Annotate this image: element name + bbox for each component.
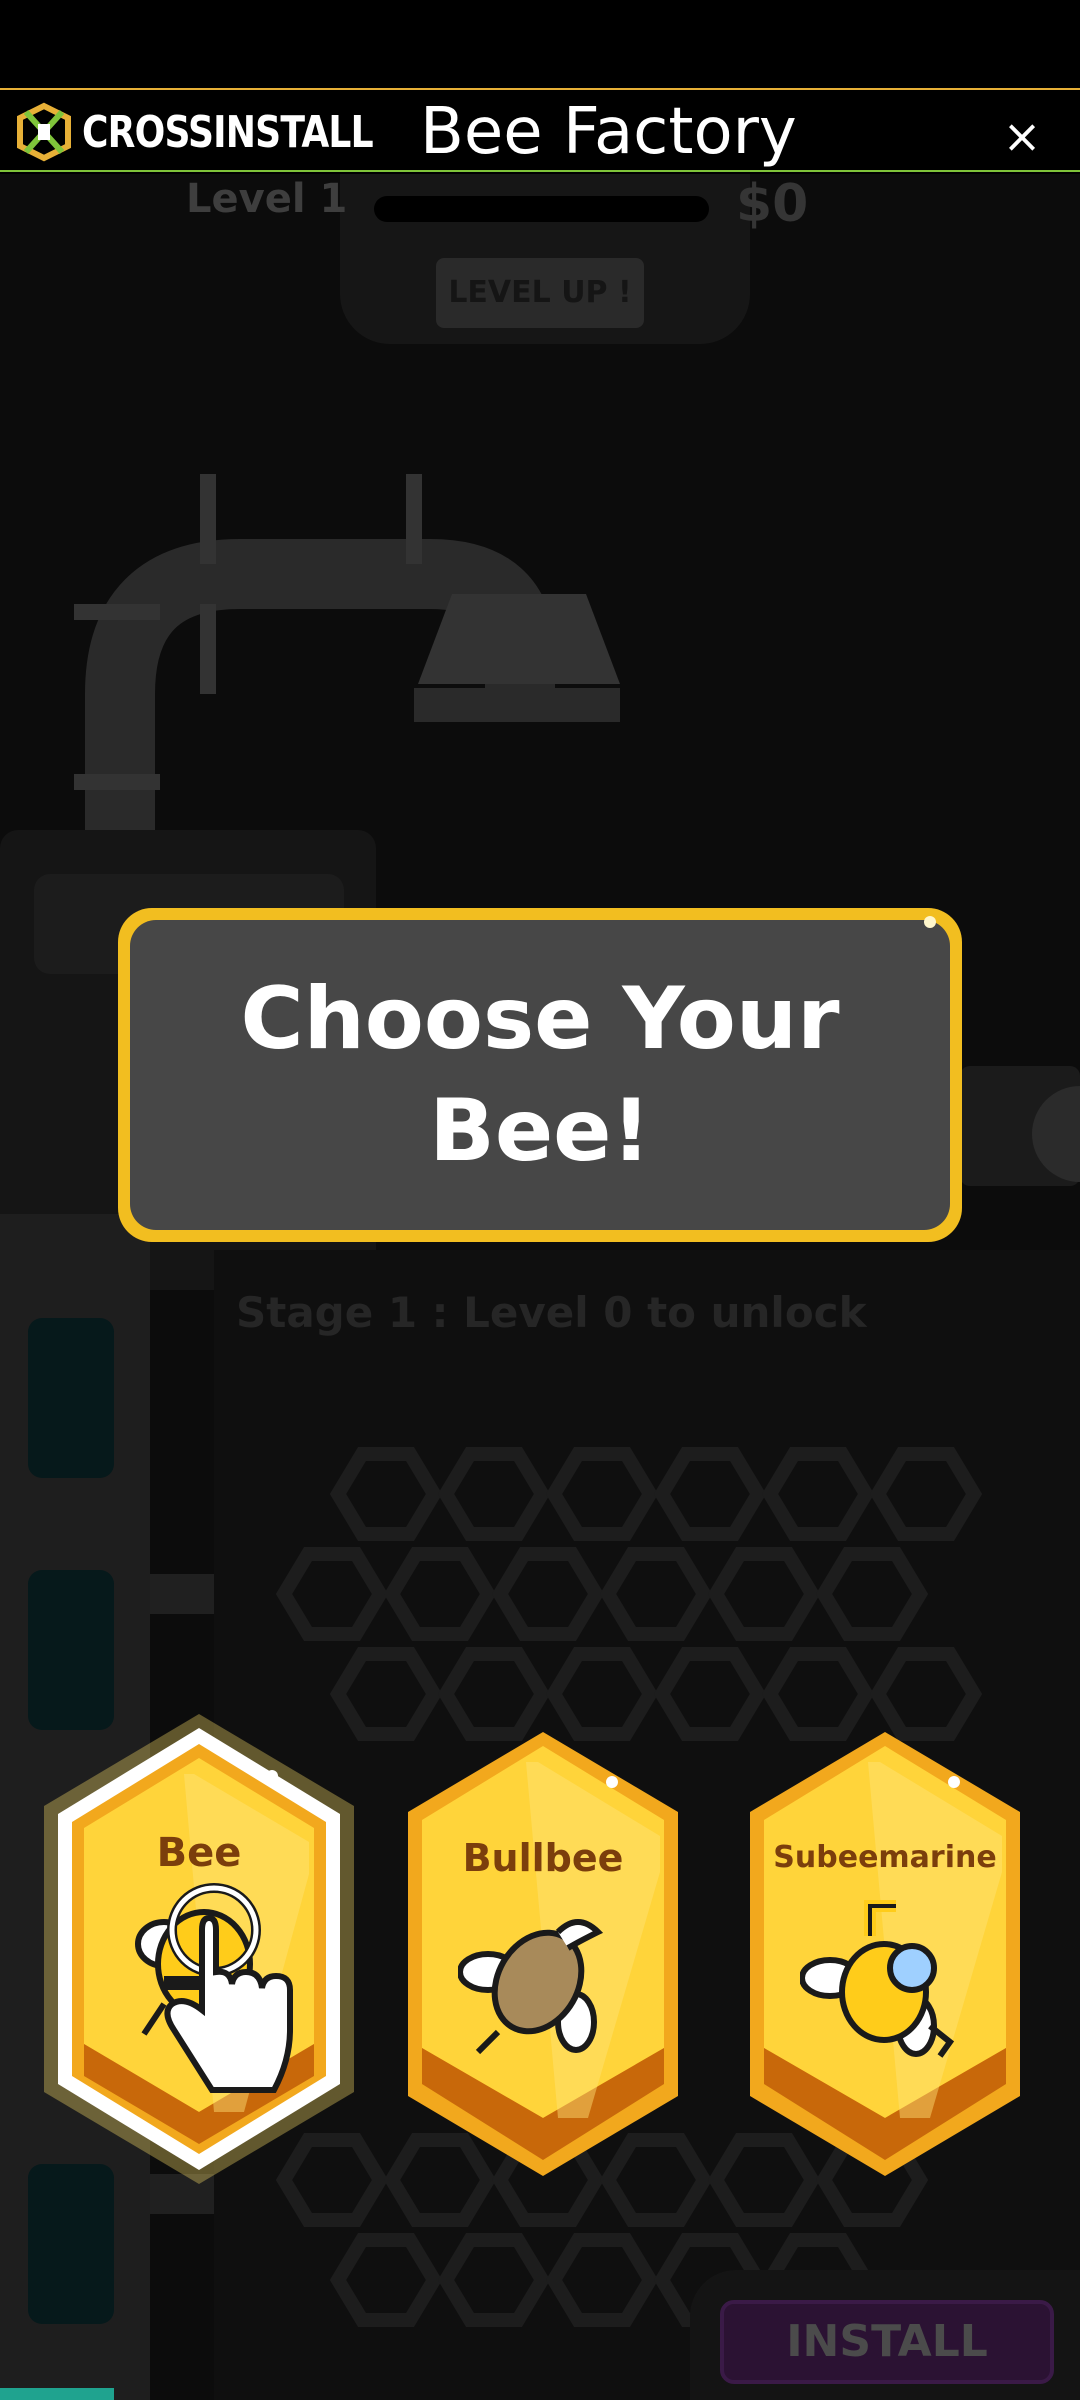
bullbee-card[interactable]: Bullbee [398, 1732, 688, 2182]
level-progress-bar [374, 196, 709, 222]
crossinstall-logo-icon [17, 102, 71, 162]
choose-bee-dialog-body: Choose Your Bee! [130, 920, 950, 1230]
tap-hand-icon [164, 1883, 293, 2093]
page-title: Bee Factory [420, 95, 797, 169]
ad-header-bar: CROSSINSTALL Bee Factory × [0, 88, 1080, 172]
ad-progress-bar [0, 2388, 114, 2400]
level-up-button[interactable]: LEVEL UP ! [436, 258, 644, 328]
dialog-title-line1: Choose Your [240, 969, 840, 1069]
install-button[interactable]: INSTALL [720, 2300, 1054, 2384]
dialog-glint [924, 916, 936, 928]
brand: CROSSINSTALL [16, 102, 437, 162]
subeemarine-card[interactable]: Subeemarine [740, 1732, 1030, 2182]
close-button[interactable]: × [994, 108, 1050, 164]
dialog-title-line2: Bee! [429, 1081, 651, 1181]
money-counter: $0 [736, 174, 809, 234]
choose-bee-dialog: Choose Your Bee! [118, 908, 962, 1242]
brand-name: CROSSINSTALL [82, 106, 374, 158]
bee-card[interactable]: Bee [44, 1714, 354, 2184]
level-label: Level 1 [186, 176, 348, 222]
card-label: Bee [156, 1830, 242, 1876]
card-label: Bullbee [462, 1836, 624, 1880]
subeemarine-icon [800, 1900, 955, 2058]
stage-1-lock-text: Stage 1 : Level 0 to unlock [236, 1288, 867, 1337]
bullbee-icon [458, 1919, 604, 2055]
card-label: Subeemarine [773, 1840, 997, 1875]
